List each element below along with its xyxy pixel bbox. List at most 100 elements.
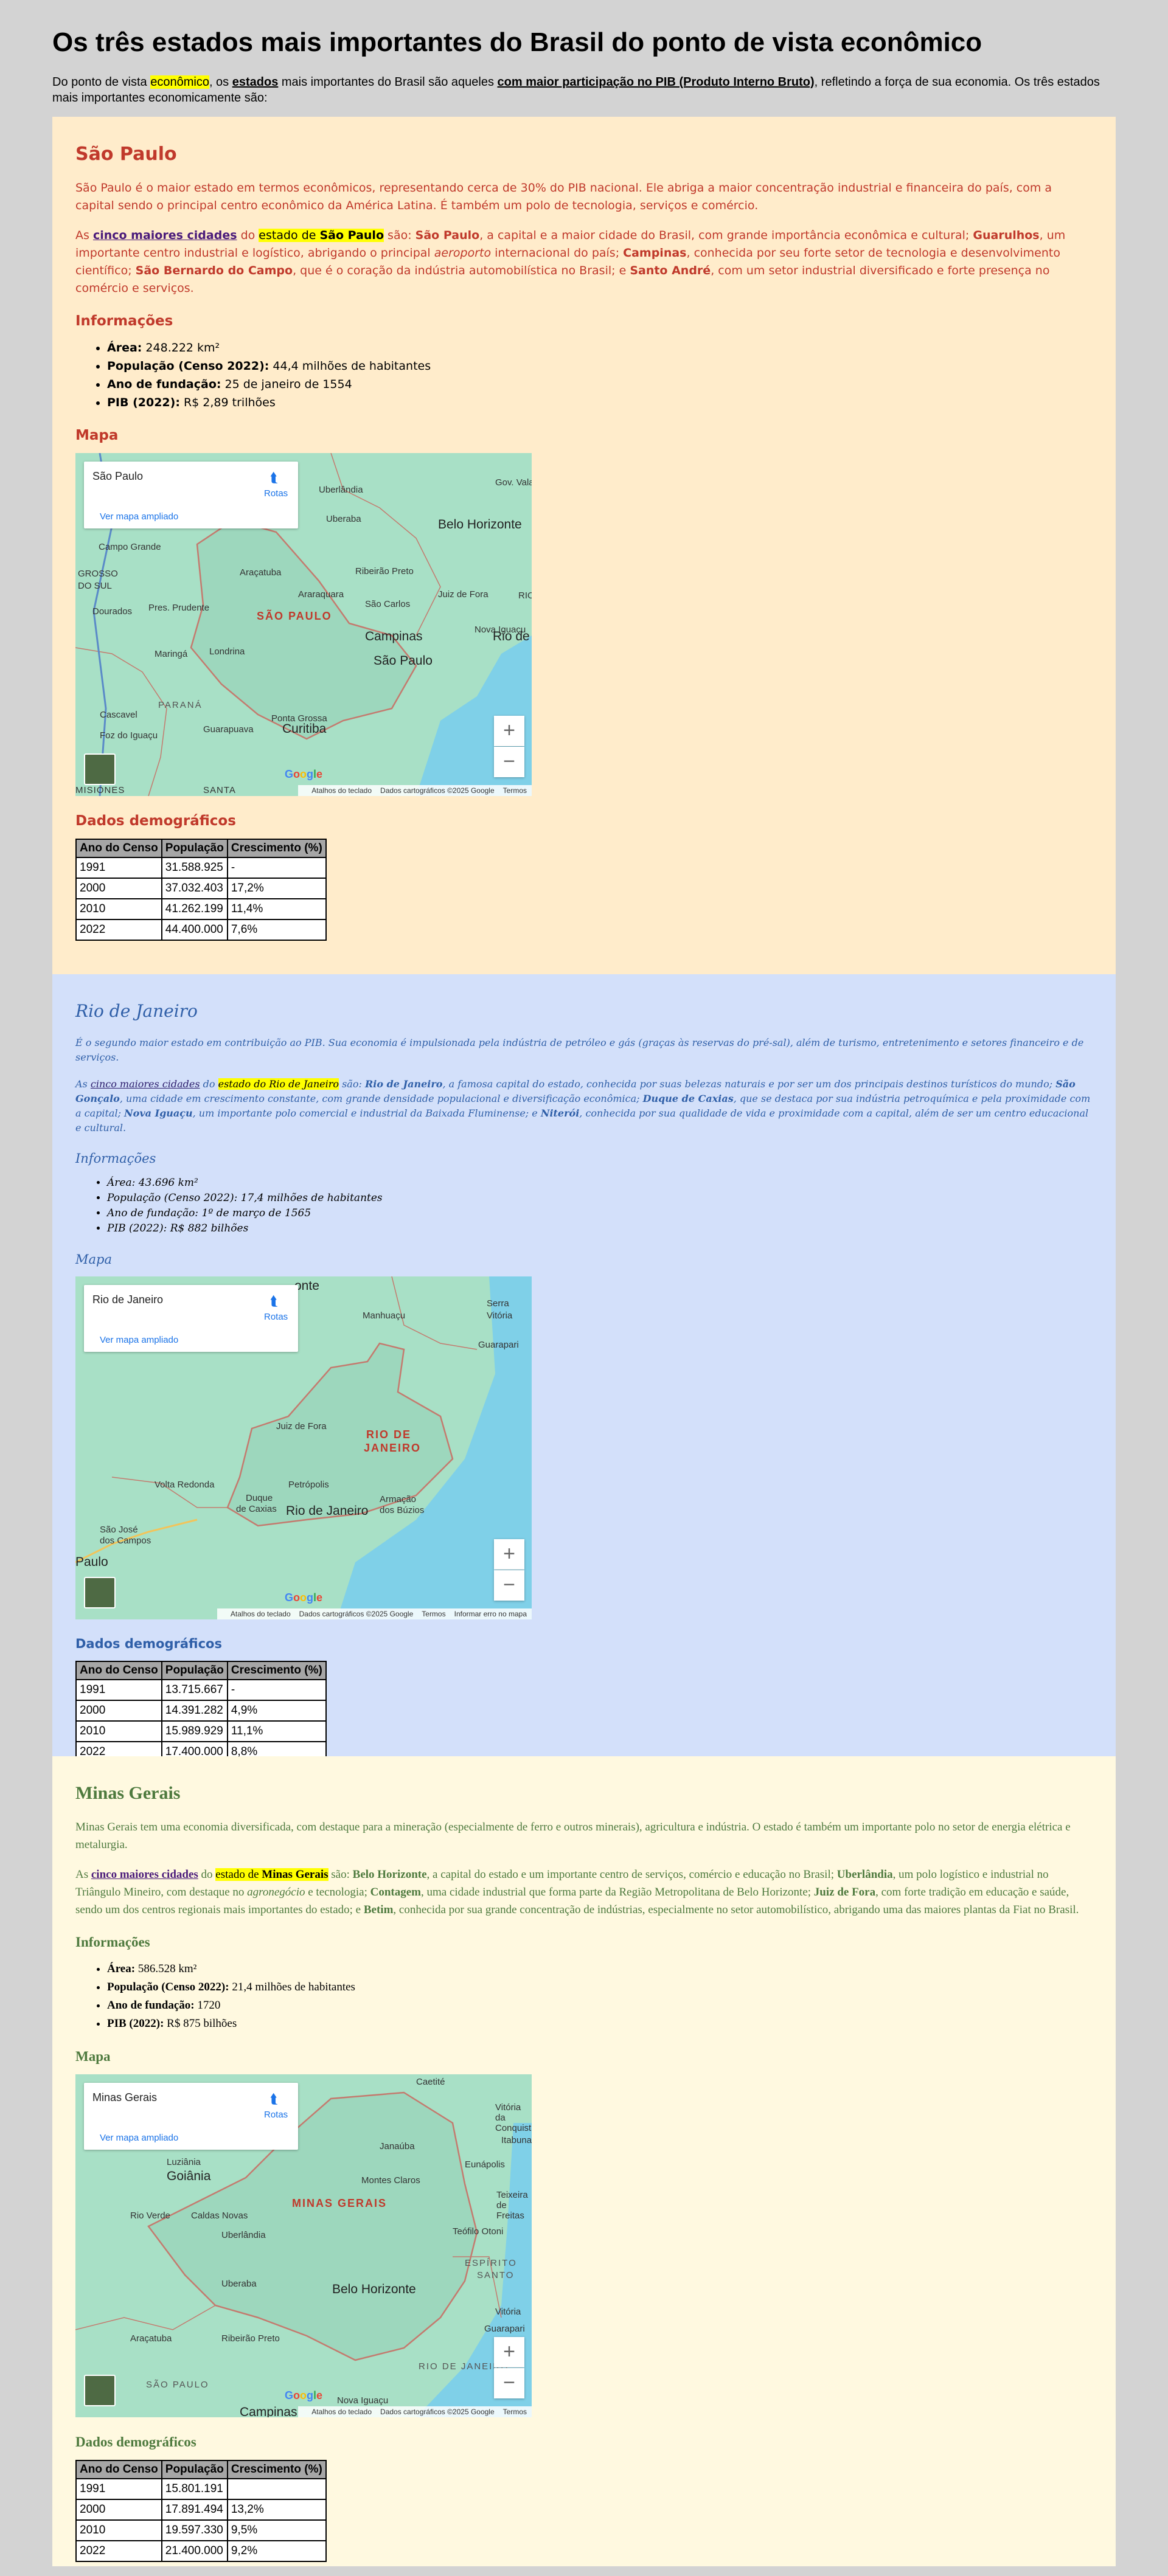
table-cell: 13,2% [226,2499,327,2521]
zoom-out-button[interactable]: − [494,2368,524,2398]
cities-link[interactable]: cinco maiores cidades [91,1868,198,1881]
embedded-map[interactable]: onte Manhuaçu Serra Vitória Guarapari Ju… [75,1276,532,1619]
routes-link[interactable]: Rotas [264,2110,288,2120]
view-larger-map-link[interactable]: Ver mapa ampliado [100,511,178,522]
table-row: 2010 19.597.330 9,5% [75,2519,327,2541]
map-attribution: Atalhos do teclado Dados cartográficos ©2… [298,785,532,796]
table-cell: 2000 [75,1700,162,1722]
keyboard-shortcuts-link[interactable]: Atalhos do teclado [311,2408,372,2416]
cities-link[interactable]: cinco maiores cidades [91,1078,200,1090]
map-attribution: Atalhos do teclado Dados cartográficos ©2… [298,2406,532,2417]
map-label: Campinas [240,2405,297,2417]
keyboard-shortcuts-link[interactable]: Atalhos do teclado [311,786,372,795]
map-label: São José [100,1525,138,1535]
section-paragraph: Minas Gerais tem uma economia diversific… [75,1821,1071,1851]
google-logo: Google [285,768,323,780]
demographics-title: Dados demográficos [75,813,236,829]
info-item: PIB (2022): R$ 2,89 trilhões [107,393,1093,412]
terms-link[interactable]: Termos [422,1610,445,1618]
table-header: Crescimento (%) [226,1661,327,1680]
section-sao-paulo: São Paulo São Paulo é o maior estado em … [52,117,1116,974]
zoom-in-button[interactable]: + [494,1539,524,1570]
map-label: Ribeirão Preto [221,2333,280,2344]
demographics-title: Dados demográficos [75,2434,196,2450]
table-row: 2000 14.391.282 4,9% [75,1700,327,1722]
map-label: Rio de [493,629,530,643]
zoom-in-button[interactable]: + [494,716,524,746]
map-label: Pres. Prudente [148,603,210,613]
section-title: Minas Gerais [75,1783,181,1803]
state-highlight: estado do Rio de Janeiro [218,1078,339,1090]
intro-link-estados[interactable]: estados [232,75,279,89]
map-data-text: Dados cartográficos ©2025 Google [299,1610,414,1618]
map-label: ESPÍRITO [465,2258,517,2268]
map-label: Araraquara [298,589,344,600]
map-label: Caldas Novas [191,2211,248,2221]
map-label: Rio Verde [130,2211,170,2221]
satellite-layer-button[interactable] [84,753,116,785]
embedded-map[interactable]: Uberlândia Gov. Valadares Uberaba Belo H… [75,453,532,796]
map-label: Campinas [365,629,423,643]
table-cell: 37.032.403 [161,878,228,899]
intro-link-pib[interactable]: com maior participação no PIB (Produto I… [498,75,815,89]
table-cell: 2010 [75,1720,162,1742]
map-label: São Paulo [374,654,433,668]
demographics-table: Ano do Censo População Crescimento (%) 199… [75,2460,327,2562]
table-header: Ano do Censo [75,839,162,858]
map-label: Gov. Valadares [495,477,532,488]
table-cell: 17,2% [226,878,327,899]
table-row: 2022 44.400.000 7,6% [75,919,327,941]
map-label: DO SUL [78,581,112,591]
section-title: São Paulo [75,144,177,165]
info-item: PIB (2022): R$ 882 bilhões [107,1221,1093,1236]
directions-icon[interactable]: ⮬ [270,1293,278,1309]
cities-paragraph: As cinco maiores cidades do estado de Sã… [75,229,1066,295]
keyboard-shortcuts-link[interactable]: Atalhos do teclado [231,1610,291,1618]
view-larger-map-link[interactable]: Ver mapa ampliado [100,2133,178,2143]
satellite-layer-button[interactable] [84,2375,116,2406]
table-row: 2000 17.891.494 13,2% [75,2499,327,2521]
section-paragraph: São Paulo é o maior estado em termos eco… [75,181,1052,212]
map-label: Ribeirão Preto [355,566,414,576]
view-larger-map-link[interactable]: Ver mapa ampliado [100,1335,178,1345]
map-label: Campo Grande [99,542,161,552]
map-label: Curitiba [282,722,327,736]
report-error-link[interactable]: Informar erro no mapa [454,1610,527,1618]
zoom-out-button[interactable]: − [494,747,524,777]
table-header: População [161,2460,228,2479]
directions-icon[interactable]: ⮬ [270,470,278,486]
map-label: São Carlos [365,599,411,609]
table-header: População [161,839,228,858]
map-label: Uberlândia [319,485,363,495]
section-paragraph: É o segundo maior estado em contribuição… [75,1037,1084,1063]
map-title: Mapa [75,2049,111,2064]
map-label: Volta Redonda [155,1480,215,1490]
zoom-out-button[interactable]: − [494,1570,524,1601]
map-label: Nova Iguaçu [337,2395,389,2406]
table-cell: 21.400.000 [161,2540,228,2562]
table-cell: 41.262.199 [161,898,228,920]
routes-link[interactable]: Rotas [264,1312,288,1322]
map-label: Juiz de Fora [276,1421,327,1432]
map-label: Araçatuba [240,567,282,578]
map-label: Paulo [75,1555,108,1569]
cities-link[interactable]: cinco maiores cidades [93,229,237,242]
info-item: População (Censo 2022): 44,4 milhões de … [107,357,1093,375]
map-data-text: Dados cartográficos ©2025 Google [380,786,495,795]
table-header-row: Ano do Censo População Crescimento (%) [75,1661,327,1680]
map-label: Uberaba [221,2279,257,2289]
satellite-layer-button[interactable] [84,1577,116,1608]
map-label: Uberaba [326,514,361,524]
map-label: Vitória da Conquista [495,2102,532,2133]
routes-link[interactable]: Rotas [264,488,288,499]
directions-icon[interactable]: ⮬ [270,2091,278,2107]
state-highlight: estado de Minas Gerais [215,1868,328,1881]
map-label: Foz do Iguaçu [100,730,158,741]
terms-link[interactable]: Termos [503,786,527,795]
terms-link[interactable]: Termos [503,2408,527,2416]
zoom-in-button[interactable]: + [494,2337,524,2367]
map-label: Janaúba [380,2141,415,2152]
map-label: MISIONES [75,785,125,795]
map-label: Rio de Janeiro [286,1504,369,1518]
embedded-map[interactable]: Caetité Vitória da Conquista Itabuna Jan… [75,2074,532,2417]
